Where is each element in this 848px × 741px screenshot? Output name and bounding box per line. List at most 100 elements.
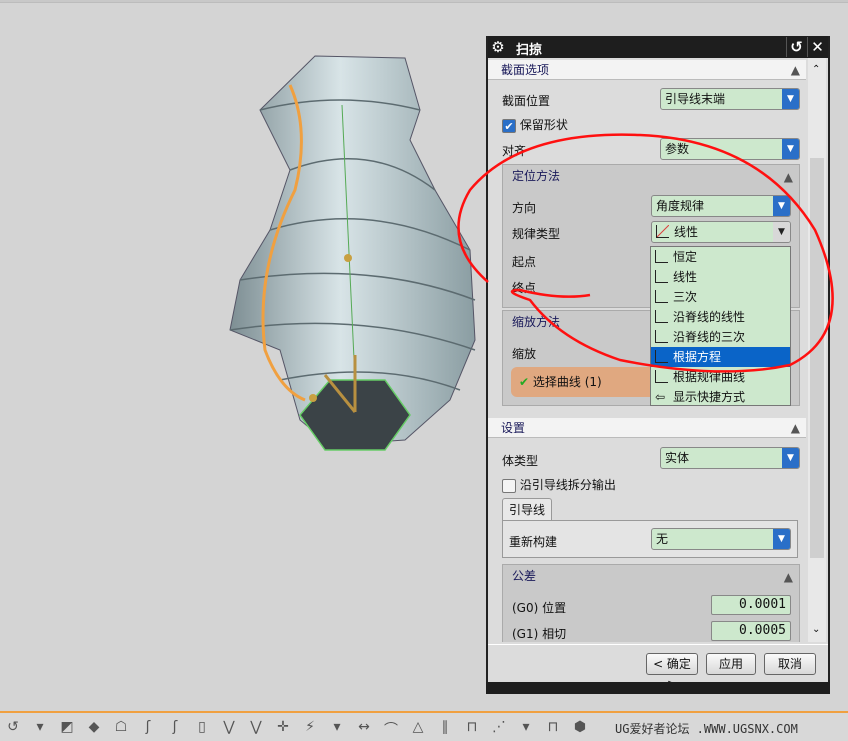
law-menu-item[interactable]: 三次 (651, 287, 790, 307)
law-menu-item[interactable]: 根据规律曲线 (651, 367, 790, 387)
align-label: 对齐 (502, 144, 527, 158)
toolbar-tool-icon[interactable]: ⚡ (301, 719, 319, 737)
toolbar-tool-icon[interactable]: ʃ (139, 719, 157, 737)
chevron-down-icon: ▼ (773, 196, 790, 216)
keep-shape-label: 保留形状 (519, 118, 568, 132)
collapse-icon[interactable]: ▲ (784, 566, 793, 588)
body-type-select[interactable]: 实体 ▼ (660, 447, 800, 469)
orientation-title: 定位方法 (512, 169, 561, 183)
collapse-icon[interactable]: ▲ (791, 60, 800, 80)
chevron-down-icon: ▼ (782, 89, 799, 109)
toolbar-tool-icon[interactable]: ☖ (112, 719, 130, 737)
law-type-label: 规律类型 (512, 227, 561, 241)
direction-select[interactable]: 角度规律 ▼ (651, 195, 791, 217)
end-label: 终点 (512, 281, 537, 295)
toolbar-tool-icon[interactable]: ▾ (31, 719, 49, 737)
law-menu-label: 显示快捷方式 (673, 390, 746, 404)
toolbar-tool-icon[interactable]: ◆ (85, 719, 103, 737)
section-position-select[interactable]: 引导线末端 ▼ (660, 88, 800, 110)
law-menu-item[interactable]: ⇦ 显示快捷方式 (651, 387, 790, 407)
gear-icon[interactable]: ⚙ (488, 37, 508, 57)
swept-body-3d-model[interactable] (220, 50, 490, 460)
align-select[interactable]: 参数 ▼ (660, 138, 800, 160)
toolbar-tool-icon[interactable]: ⋁ (247, 719, 265, 737)
direction-label: 方向 (512, 201, 537, 215)
rebuild-label: 重新构建 (509, 535, 558, 549)
law-graph-icon (655, 270, 668, 283)
law-menu-item[interactable]: 线性 (651, 267, 790, 287)
law-type-value: 线性 (674, 225, 699, 239)
law-type-select[interactable]: 线性 ▼ (651, 221, 791, 243)
toolbar-tool-icon[interactable]: ▯ (193, 719, 211, 737)
checkmark-icon: ✔ (502, 118, 516, 133)
toolbar-tool-icon[interactable]: ∥ (436, 719, 454, 737)
guide-tab-panel: 重新构建 无 ▼ (502, 520, 798, 558)
scroll-thumb[interactable] (810, 158, 824, 558)
toolbar-tool-icon[interactable]: △ (409, 719, 427, 737)
law-graph-icon (655, 250, 668, 263)
divider (488, 644, 828, 645)
toolbar-tool-icon[interactable]: ⊓ (544, 719, 562, 737)
toolbar-tool-icon[interactable]: ʃ (166, 719, 184, 737)
top-border (0, 0, 848, 3)
watermark: UG爱好者论坛 .WWW.UGSNX.COM (615, 722, 798, 736)
law-graph-icon (655, 310, 668, 323)
apply-button[interactable]: 应用 (706, 653, 756, 675)
toolbar-tool-icon[interactable]: ◩ (58, 719, 76, 737)
toolbar-tool-icon[interactable]: ⊓ (463, 719, 481, 737)
toolbar-tool-icon[interactable]: ✛ (274, 719, 292, 737)
orientation-header[interactable]: 定位方法 ▲ (503, 165, 799, 187)
close-icon[interactable]: ✕ (807, 37, 827, 57)
tolerance-header[interactable]: 公差 ▲ (503, 565, 799, 587)
ok-button[interactable]: < 确定 > (646, 653, 698, 691)
dialog-title-bar: ⚙ 扫掠 ↺ ✕ (488, 36, 828, 58)
linear-law-icon (656, 225, 669, 238)
scroll-up-icon[interactable]: ⌃ (812, 64, 820, 75)
g0-label: (G0) 位置 (512, 601, 567, 615)
dialog-scrollbar[interactable]: ⌃ ⌄ (808, 58, 826, 642)
toolbar-tool-icon[interactable]: ↺ (4, 719, 22, 737)
law-graph-icon (655, 330, 668, 343)
law-menu-item[interactable]: 根据方程 (651, 347, 790, 367)
g1-input[interactable]: 0.0005 (711, 621, 791, 641)
section-options-header[interactable]: 截面选项 ▲ (488, 60, 806, 80)
chevron-down-icon: ▼ (773, 529, 790, 549)
scale-label: 缩放 (512, 347, 537, 361)
toolbar-tool-icon[interactable]: ▾ (328, 719, 346, 737)
split-output-checkbox[interactable]: 沿引导线拆分输出 (502, 476, 616, 493)
section-position-label: 截面位置 (502, 94, 551, 108)
law-menu-item[interactable]: 恒定 (651, 247, 790, 267)
collapse-icon[interactable]: ▲ (784, 166, 793, 188)
tab-guide[interactable]: 引导线 (502, 498, 552, 520)
align-value: 参数 (665, 142, 690, 156)
toolbar-tool-icon[interactable]: ↔ (355, 719, 373, 737)
toolbar-tool-icon[interactable]: ⬢ (571, 719, 589, 737)
toolbar-tool-icon[interactable]: ⌒ (382, 719, 400, 738)
arrow-left-icon: ⇦ (655, 390, 666, 404)
toolbar-tool-icon[interactable]: ⋰ (490, 719, 508, 737)
law-menu-item[interactable]: 沿脊线的线性 (651, 307, 790, 327)
body-type-label: 体类型 (502, 454, 539, 468)
rebuild-select[interactable]: 无 ▼ (651, 528, 791, 550)
chevron-down-icon: ▼ (782, 139, 799, 159)
direction-value: 角度规律 (656, 199, 705, 213)
section-options-title: 截面选项 (501, 63, 550, 77)
law-menu-item[interactable]: 沿脊线的三次 (651, 327, 790, 347)
check-icon: ✔ (519, 375, 530, 389)
scroll-down-icon[interactable]: ⌄ (812, 624, 820, 635)
law-menu-label: 恒定 (673, 250, 698, 264)
bottom-toolbar: UG爱好者论坛 .WWW.UGSNX.COM ↺ ▾ ◩ ◆ ☖ ʃ ʃ ▯ ⋁ ⋁ ✛ ⚡ ▾ ↔ ⌒ △ ∥… (0, 711, 848, 741)
dialog-bottom-bar (486, 682, 830, 694)
toolbar-tool-icon[interactable]: ▾ (517, 719, 535, 737)
reset-icon[interactable]: ↺ (786, 37, 806, 57)
cancel-button[interactable]: 取消 (764, 653, 816, 675)
g0-input[interactable]: 0.0001 (711, 595, 791, 615)
keep-shape-checkbox[interactable]: ✔ 保留形状 (502, 116, 568, 133)
collapse-icon[interactable]: ▲ (791, 418, 800, 438)
rebuild-value: 无 (656, 532, 669, 546)
toolbar-tool-icon[interactable]: ⋁ (220, 719, 238, 737)
law-menu-label: 沿脊线的三次 (673, 330, 746, 344)
law-graph-icon (655, 370, 668, 383)
law-type-dropdown-menu: 恒定线性 三次 沿脊线的线性沿脊线的三次根据方程 根据规律曲线 ⇦ 显示快捷方式 (650, 246, 791, 406)
settings-header[interactable]: 设置 ▲ (488, 418, 806, 438)
